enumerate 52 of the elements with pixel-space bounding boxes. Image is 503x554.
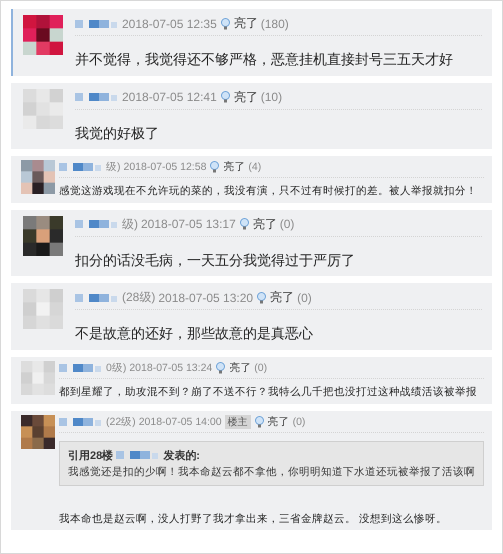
comment-text: 都到星耀了，助攻混不到？崩了不送不行？我特么几千把也没打过这种战绩活该被举报 — [59, 385, 478, 400]
user-level: (22级) — [106, 414, 136, 429]
post-date: 2018-07-05 12:41 — [122, 90, 217, 104]
like-count: (0) — [280, 217, 294, 232]
like-count: (180) — [260, 16, 289, 30]
lightbulb-icon[interactable] — [238, 218, 250, 230]
like-link[interactable]: 亮了 — [252, 216, 277, 233]
user-level: 0级) — [106, 361, 126, 376]
comment-text: 不是故意的还好，那些故意的是真恶心 — [75, 324, 314, 344]
blurred-name-drawing — [59, 416, 103, 427]
like-count: (0) — [292, 416, 306, 428]
blurred-name-drawing — [59, 162, 103, 172]
quote-text: 我感觉还是扣的少啊！我本命赵云都不拿他，你明明知道下水道还玩被举报了活该啊 — [68, 464, 475, 479]
quote-source: 引用28楼 — [68, 448, 114, 463]
user-level: 级) — [122, 216, 138, 233]
host-badge: 楼主 — [224, 414, 251, 429]
comment-text: 我本命也是赵云啊，没人打野了我才拿出来，三省金牌赵云。 没想到这么惨呀。 — [59, 512, 448, 526]
lightbulb-icon[interactable] — [215, 362, 226, 374]
blurred-name-drawing — [75, 18, 119, 28]
blurred-name-drawing — [116, 450, 160, 460]
post-date: 2018-07-05 13:24 — [129, 362, 212, 374]
comment-text: 并不觉得，我觉得还不够严格，恶意挂机直接封号三五天才好 — [75, 50, 454, 69]
like-link[interactable]: 亮了 — [223, 160, 246, 174]
comment-text: 我觉的好极了 — [75, 124, 160, 143]
like-count: (4) — [248, 161, 262, 174]
like-count: (0) — [254, 362, 268, 374]
blurred-name-drawing — [75, 292, 119, 303]
like-link[interactable]: 亮了 — [268, 414, 290, 429]
lightbulb-icon[interactable] — [209, 161, 220, 174]
comment-text: 扣分的话没毛病，一天五分我觉得过于严厉了 — [75, 250, 356, 270]
like-link[interactable]: 亮了 — [270, 289, 294, 306]
user-level: 级) — [106, 160, 120, 174]
like-link[interactable]: 亮了 — [234, 15, 258, 32]
post-date: 2018-07-05 12:58 — [124, 161, 206, 174]
like-count: (0) — [297, 290, 312, 305]
lightbulb-icon[interactable] — [256, 292, 268, 304]
like-link[interactable]: 亮了 — [229, 361, 252, 376]
like-link[interactable]: 亮了 — [234, 88, 258, 106]
blurred-name-drawing — [59, 363, 103, 374]
post-date: 2018-07-05 13:20 — [158, 290, 254, 305]
comment-text: 感觉这游戏现在不允许玩的菜的，我没有演，只不过有时候打的差。被人举报就扣分！ — [59, 184, 478, 199]
blurred-name-drawing — [75, 92, 119, 102]
post-date: 2018-07-05 12:35 — [122, 16, 217, 30]
post-date: 2018-07-05 14:00 — [138, 416, 222, 428]
post-date: 2018-07-05 13:17 — [141, 217, 236, 232]
blurred-name-drawing — [75, 219, 119, 230]
lightbulb-icon[interactable] — [220, 91, 231, 104]
like-count: (10) — [260, 90, 282, 104]
user-level: (28级) — [122, 289, 156, 306]
quote-posted-label: 发表的: — [163, 448, 200, 463]
lightbulb-icon[interactable] — [254, 416, 265, 428]
lightbulb-icon[interactable] — [220, 18, 231, 30]
